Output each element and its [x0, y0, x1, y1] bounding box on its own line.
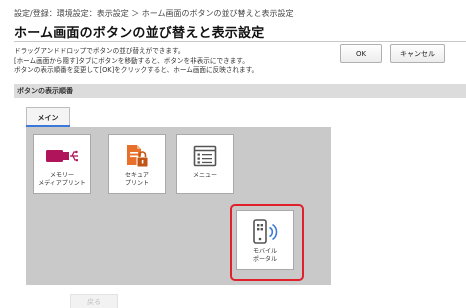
tile-label: メニュー: [192, 172, 217, 179]
tile-memory-media-print[interactable]: メモリー メディアプリント: [33, 134, 91, 194]
tab-main[interactable]: メイン: [26, 107, 70, 127]
tile-label: モバイル ポータル: [252, 248, 277, 263]
back-button[interactable]: 戻る: [70, 294, 118, 308]
tile-mobile-portal[interactable]: モバイル ポータル: [236, 210, 294, 270]
section-header: ボタンの表示順番: [14, 84, 466, 98]
page-title: ホーム画面のボタンの並び替えと表示設定: [14, 26, 265, 41]
usb-memory-icon: [45, 144, 79, 168]
secure-print-icon: [124, 144, 150, 168]
description: ドラッグアンドドロップでボタンの並び替えができます。 [ホーム画面から隠す]タブ…: [14, 47, 258, 76]
tile-menu[interactable]: メニュー: [176, 134, 234, 194]
ok-button[interactable]: OK: [340, 44, 382, 63]
menu-list-icon: [193, 144, 217, 168]
tile-label: メモリー メディアプリント: [38, 172, 86, 187]
cancel-button[interactable]: キャンセル: [390, 44, 445, 63]
tile-label: セキュア プリント: [124, 172, 149, 187]
mobile-portal-icon: [250, 219, 280, 244]
description-line: ボタンの表示順番を変更して[OK]をクリックすると、ホーム画面に反映されます。: [14, 66, 259, 75]
breadcrumb: 設定/登録：環境設定：表示設定 ＞ ホーム画面のボタンの並び替えと表示設定: [14, 9, 294, 18]
description-line: ドラッグアンドドロップでボタンの並び替えができます。: [14, 47, 185, 55]
title-divider: [14, 41, 466, 42]
description-line: [ホーム画面から隠す]タブにボタンを移動すると、ボタンを非表示にできます。: [14, 56, 249, 65]
tile-secure-print[interactable]: セキュア プリント: [108, 134, 166, 194]
